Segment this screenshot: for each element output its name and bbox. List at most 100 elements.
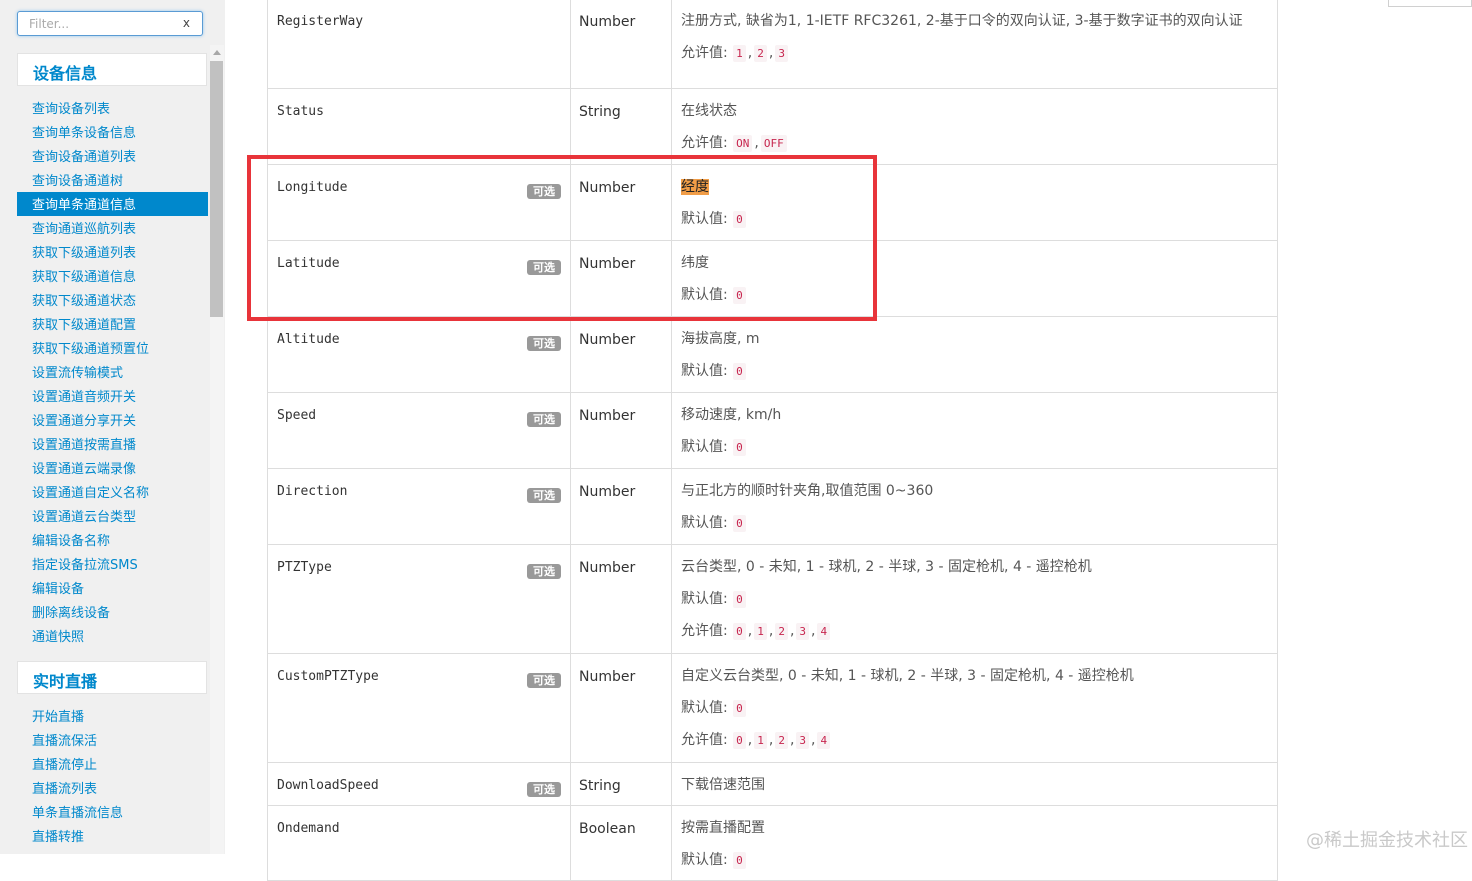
sidebar-item[interactable]: 直播流列表: [17, 776, 208, 800]
desc-cell: 海拔高度, m 默认值: 0: [671, 316, 1278, 393]
description-line: 按需直播配置: [681, 818, 1269, 838]
allowed-values-line: 允许值: 0,1,2,3,4: [681, 730, 1269, 750]
separator: ,: [789, 623, 795, 639]
allowed-label: 允许值:: [681, 732, 728, 748]
sidebar-item[interactable]: 获取下级通道列表: [17, 240, 208, 264]
sidebar-item[interactable]: 指定设备拉流SMS: [17, 552, 208, 576]
params-table: RegisterWay Number 注册方式, 缺省为1, 1-IETF RFC3…: [267, 0, 1278, 881]
default-label: 默认值:: [681, 591, 728, 607]
description-line: 注册方式, 缺省为1, 1-IETF RFC3261, 2-基于口令的双向认证,…: [681, 11, 1269, 31]
separator: ,: [754, 135, 759, 151]
field-name: CustomPTZType: [277, 669, 379, 684]
optional-badge: 可选: [527, 564, 561, 579]
allowed-values-line: 允许值: 0,1,2,3,4: [681, 621, 1269, 641]
sidebar-item[interactable]: 查询通道巡航列表: [17, 216, 208, 240]
field-name: Latitude: [277, 256, 340, 271]
sidebar-item[interactable]: 设置通道云台类型: [17, 504, 208, 528]
sidebar-item[interactable]: 查询设备通道列表: [17, 144, 208, 168]
table-row: PTZType 可选 Number 云台类型, 0 - 未知, 1 - 球机, 2 -…: [267, 544, 1278, 654]
sidebar-item[interactable]: 设置通道自定义名称: [17, 480, 208, 504]
sidebar-section-items: 开始直播直播流保活直播流停止直播流列表单条直播流信息直播转推转推列表: [0, 704, 208, 854]
sidebar-item[interactable]: 查询单条通道信息: [17, 192, 208, 216]
default-value: 0: [733, 515, 746, 532]
field-name: Status: [277, 104, 324, 119]
description-text: 与正北方的顺时针夹角,取值范围 0~360: [681, 483, 934, 499]
sidebar-item[interactable]: 获取下级通道预置位: [17, 336, 208, 360]
scrollbar-thumb[interactable]: [210, 61, 223, 317]
table-row: DownloadSpeed 可选 String 下载倍速范围: [267, 762, 1278, 806]
scroll-up-icon[interactable]: [213, 50, 221, 55]
sidebar-item[interactable]: 获取下级通道状态: [17, 288, 208, 312]
sidebar-item[interactable]: 查询单条设备信息: [17, 120, 208, 144]
desc-cell: 与正北方的顺时针夹角,取值范围 0~360 默认值: 0: [671, 468, 1278, 545]
description: 下载倍速范围: [672, 763, 1277, 805]
default-label: 默认值:: [681, 852, 728, 868]
type-cell: Number: [570, 0, 672, 89]
allowed-label: 允许值:: [681, 45, 728, 61]
sidebar-item[interactable]: 设置通道云端录像: [17, 456, 208, 480]
sidebar-item[interactable]: 直播流保活: [17, 728, 208, 752]
default-label: 默认值:: [681, 439, 728, 455]
field-type: String: [579, 778, 621, 794]
default-value: 0: [733, 439, 746, 456]
allowed-value: 1: [733, 45, 746, 62]
sidebar-item[interactable]: 获取下级通道信息: [17, 264, 208, 288]
sidebar-item[interactable]: 直播转推: [17, 824, 208, 848]
sidebar-scrollbar[interactable]: [210, 45, 224, 854]
default-label: 默认值:: [681, 363, 728, 379]
sidebar-item[interactable]: 删除离线设备: [17, 600, 208, 624]
allowed-values-line: 允许值: 1,2,3: [681, 43, 1269, 63]
description-line: 移动速度, km/h: [681, 405, 1269, 425]
allowed-value: 4: [817, 623, 831, 640]
sidebar-item[interactable]: 单条直播流信息: [17, 800, 208, 824]
allowed-value: 2: [775, 732, 788, 749]
default-label: 默认值:: [681, 287, 728, 303]
filter-input[interactable]: [18, 12, 178, 35]
type-cell: Boolean: [570, 805, 672, 881]
sidebar-item[interactable]: 转推列表: [17, 848, 208, 854]
sidebar-item[interactable]: 编辑设备: [17, 576, 208, 600]
allowed-value: ON: [733, 135, 753, 152]
type-cell: Number: [570, 316, 672, 393]
table-row: Speed 可选 Number 移动速度, km/h 默认值: 0: [267, 392, 1278, 469]
sidebar-item[interactable]: 设置通道音频开关: [17, 384, 208, 408]
separator: ,: [768, 732, 774, 748]
default-value: 0: [733, 591, 746, 608]
clear-filter-icon[interactable]: x: [183, 16, 190, 30]
field-cell: Status: [267, 88, 571, 165]
field-name: Direction: [277, 484, 348, 499]
sidebar-item[interactable]: 通道快照: [17, 624, 208, 648]
table-row: Latitude 可选 Number 纬度 默认值: 0: [267, 240, 1278, 317]
description-text: 在线状态: [681, 103, 737, 119]
default-value-line: 默认值: 0: [681, 513, 1269, 533]
allowed-value: 0: [733, 732, 746, 749]
desc-cell: 自定义云台类型, 0 - 未知, 1 - 球机, 2 - 半球, 3 - 固定枪…: [671, 653, 1278, 763]
nav-list: 设备信息 查询设备列表 查询单条设备信息 查询设备通道列表 查询设备通道树 查询单条通道信…: [0, 53, 208, 854]
sidebar-item[interactable]: 开始直播: [17, 704, 208, 728]
sidebar-item[interactable]: 查询设备通道树: [17, 168, 208, 192]
field-cell: Latitude 可选: [267, 240, 571, 317]
default-value: 0: [733, 700, 746, 717]
field-cell: Speed 可选: [267, 392, 571, 469]
default-value-line: 默认值: 0: [681, 285, 1269, 305]
default-value-line: 默认值: 0: [681, 850, 1269, 870]
description-text: 移动速度, km/h: [681, 407, 782, 423]
description-line: 与正北方的顺时针夹角,取值范围 0~360: [681, 481, 1269, 501]
table-row: Altitude 可选 Number 海拔高度, m 默认值: 0: [267, 316, 1278, 393]
allowed-value: 2: [754, 45, 767, 62]
sidebar-item[interactable]: 设置流传输模式: [17, 360, 208, 384]
sidebar-item[interactable]: 查询设备列表: [17, 96, 208, 120]
field-name: Speed: [277, 408, 317, 423]
sidebar-item[interactable]: 直播流停止: [17, 752, 208, 776]
description: 经度 默认值: 0: [672, 165, 1277, 239]
field-type: Number: [579, 256, 636, 272]
watermark: @稀土掘金技术社区: [1306, 830, 1468, 851]
table-row: Status String 在线状态 允许值: ON, OFF: [267, 88, 1278, 165]
sidebar-item[interactable]: 编辑设备名称: [17, 528, 208, 552]
field-cell: PTZType 可选: [267, 544, 571, 654]
sidebar-item[interactable]: 获取下级通道配置: [17, 312, 208, 336]
sidebar-item[interactable]: 设置通道分享开关: [17, 408, 208, 432]
sidebar-item[interactable]: 设置通道按需直播: [17, 432, 208, 456]
field-type: Number: [579, 180, 636, 196]
optional-badge: 可选: [527, 673, 561, 688]
